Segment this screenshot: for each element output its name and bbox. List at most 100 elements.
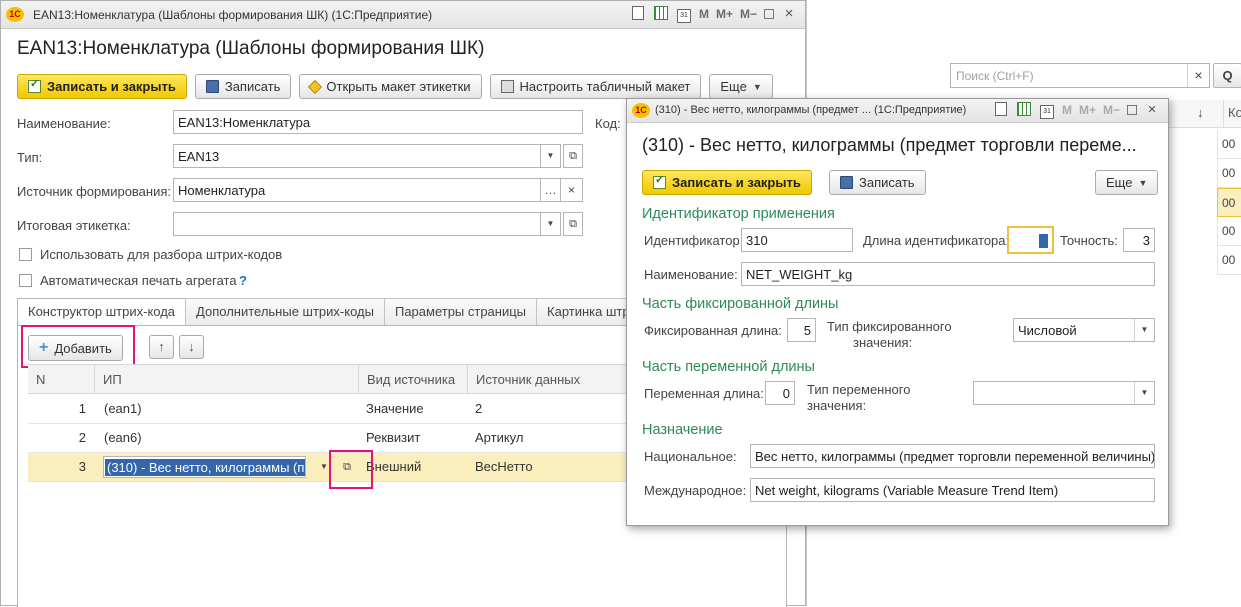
column-ip[interactable]: ИП <box>94 365 358 394</box>
fixed-type-select[interactable]: Числовой ▼ <box>1013 318 1155 342</box>
close-icon[interactable]: × <box>1144 102 1160 118</box>
list-item[interactable]: 00 <box>1217 246 1241 275</box>
label-icon <box>308 79 323 94</box>
open-label-layout-button[interactable]: Открыть макет этикетки <box>299 74 482 99</box>
variable-length-field[interactable]: 0 <box>765 381 795 405</box>
ip-edit-value: (310) - Вес нетто, килограммы (пр <box>105 459 305 476</box>
save-button[interactable]: Записать <box>194 74 292 99</box>
memory-plus-icon[interactable]: M+ <box>1079 102 1096 118</box>
setup-table-layout-button[interactable]: Настроить табличный макет <box>489 74 702 99</box>
use-parse-checkbox[interactable] <box>19 248 32 261</box>
floppy-icon <box>840 176 853 189</box>
type-open-icon[interactable]: ⧉ <box>563 144 583 168</box>
fixed-length-field[interactable]: 5 <box>787 318 816 342</box>
variable-length-label: Переменная длина: <box>644 386 764 401</box>
memory-minus-icon[interactable]: M− <box>740 6 757 22</box>
window-title: EAN13:Номенклатура (Шаблоны формирования… <box>33 8 433 22</box>
clear-search-icon[interactable]: × <box>1187 64 1209 87</box>
memory-plus-icon[interactable]: M+ <box>716 6 733 22</box>
cell-n: 3 <box>78 459 86 474</box>
total-label-field[interactable] <box>173 212 541 236</box>
dialog-more-button[interactable]: Еще ▼ <box>1095 170 1159 195</box>
memory-icon[interactable]: M <box>1062 102 1072 118</box>
fixed-length-label: Фиксированная длина: <box>644 323 782 338</box>
source-select-icon[interactable]: … <box>541 178 561 202</box>
move-up-icon[interactable]: ↑ <box>149 335 174 359</box>
close-icon[interactable]: × <box>781 6 797 22</box>
list-item[interactable]: 00 <box>1217 217 1241 246</box>
code-label: Код: <box>595 116 621 131</box>
tab-page-params[interactable]: Параметры страницы <box>383 298 538 325</box>
help-icon[interactable]: ? <box>239 273 247 288</box>
tab-barcode-constructor[interactable]: Конструктор штрих-кода <box>17 298 187 327</box>
cell-source-kind: Значение <box>366 401 424 416</box>
print-icon[interactable] <box>994 102 1007 116</box>
dialog-save-button[interactable]: Записать <box>829 170 926 195</box>
search-help-button[interactable]: Q <box>1213 63 1241 88</box>
list-item[interactable]: 00 <box>1217 130 1241 159</box>
section-variable: Часть переменной длины <box>642 359 815 375</box>
auto-print-checkbox[interactable] <box>19 274 32 287</box>
dialog-title: (310) - Вес нетто, килограммы (предмет т… <box>642 135 1137 155</box>
more-button[interactable]: Еще ▼ <box>709 74 773 99</box>
calculator-icon[interactable] <box>653 6 668 20</box>
total-label-open-icon[interactable]: ⧉ <box>563 212 583 236</box>
international-label: Международное: <box>644 483 747 498</box>
code-column-header[interactable]: Ко <box>1223 100 1241 128</box>
maximize-icon[interactable] <box>764 9 774 19</box>
print-icon[interactable] <box>631 6 644 20</box>
section-purpose: Назначение <box>642 422 723 438</box>
type-field[interactable]: EAN13 <box>173 144 541 168</box>
column-n[interactable]: N <box>28 365 94 394</box>
add-button-highlight <box>21 325 135 368</box>
column-source-kind[interactable]: Вид источника <box>358 365 467 394</box>
section-fixed: Часть фиксированной длины <box>642 296 839 312</box>
save-close-icon <box>653 173 666 189</box>
1c-logo-icon: 1C <box>632 103 650 118</box>
tab-additional-barcodes[interactable]: Дополнительные штрих-коды <box>185 298 385 325</box>
move-down-icon[interactable]: ↓ <box>179 335 204 359</box>
total-label-dropdown-icon[interactable]: ▼ <box>541 212 561 236</box>
name-label: Наименование: <box>17 116 111 131</box>
source-field[interactable]: Номенклатура <box>173 178 541 202</box>
variable-type-select[interactable]: ▼ <box>973 381 1155 405</box>
fixed-type-value: Числовой <box>1018 323 1077 338</box>
section-app-id: Идентификатор применения <box>642 206 835 222</box>
precision-field[interactable]: 3 <box>1123 228 1155 252</box>
page-title: EAN13:Номенклатура (Шаблоны формирования… <box>17 38 485 59</box>
sort-arrow-icon[interactable]: ↓ <box>1197 105 1204 120</box>
1c-logo-icon: 1C <box>6 7 24 22</box>
ai-name-field[interactable]: NET_WEIGHT_kg <box>741 262 1155 286</box>
id-length-label: Длина идентификатора: <box>863 233 1010 248</box>
memory-minus-icon[interactable]: M− <box>1103 102 1120 118</box>
memory-icon[interactable]: M <box>699 6 709 22</box>
source-clear-icon[interactable]: × <box>561 178 583 202</box>
identifier-field[interactable]: 310 <box>741 228 853 252</box>
type-label: Тип: <box>17 150 43 165</box>
cell-n: 1 <box>78 401 86 416</box>
tab-bar: Конструктор штрих-кода Дополнительные шт… <box>17 298 648 327</box>
dialog-save-and-close-button[interactable]: Записать и закрыть <box>642 170 812 195</box>
calendar-icon[interactable]: 31 <box>1039 105 1054 119</box>
search-input[interactable]: Поиск (Ctrl+F) × <box>950 63 1210 88</box>
auto-print-label: Автоматическая печать агрегата <box>40 273 237 288</box>
chevron-down-icon[interactable]: ▼ <box>1134 319 1154 341</box>
variable-type-label-line1: Тип переменного <box>807 382 911 397</box>
international-field[interactable]: Net weight, kilograms (Variable Measure … <box>750 478 1155 502</box>
calendar-icon[interactable]: 31 <box>676 9 691 23</box>
chevron-down-icon: ▼ <box>752 81 762 92</box>
national-field[interactable]: Вес нетто, килограммы (предмет торговли … <box>750 444 1155 468</box>
name-field[interactable]: EAN13:Номенклатура <box>173 110 583 134</box>
chevron-down-icon[interactable]: ▼ <box>1134 382 1154 404</box>
id-length-field[interactable] <box>1007 226 1054 254</box>
save-and-close-button[interactable]: Записать и закрыть <box>17 74 187 99</box>
precision-label: Точность: <box>1060 233 1118 248</box>
type-dropdown-icon[interactable]: ▼ <box>541 144 561 168</box>
main-toolbar: Записать и закрыть Записать Открыть маке… <box>17 74 773 99</box>
list-item[interactable]: 00 <box>1217 159 1241 188</box>
calculator-icon[interactable] <box>1016 102 1031 116</box>
maximize-icon[interactable] <box>1127 105 1137 115</box>
list-item-selected[interactable]: 00 <box>1217 188 1241 217</box>
national-label: Национальное: <box>644 449 737 464</box>
ip-edit-field[interactable]: (310) - Вес нетто, килограммы (пр <box>103 456 306 478</box>
